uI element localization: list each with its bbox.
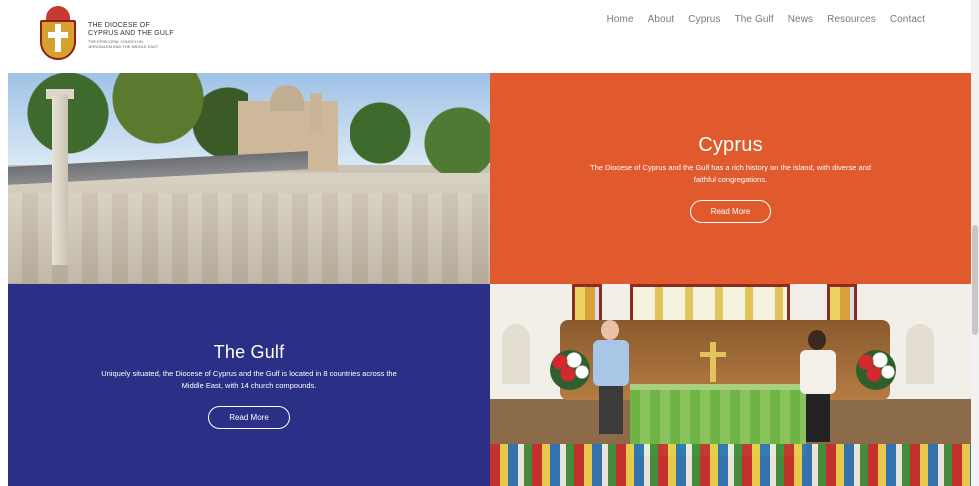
cyprus-read-more-button[interactable]: Read More <box>689 200 772 223</box>
nav-cyprus[interactable]: Cyprus <box>688 14 720 25</box>
logo-line-2: CYPRUS AND THE GULF <box>88 29 174 37</box>
gulf-tile: The Gulf Uniquely situated, the Diocese … <box>8 284 490 486</box>
site-header: THE DIOCESE OF CYPRUS AND THE GULF THE E… <box>0 0 979 73</box>
cyprus-title: Cyprus <box>698 134 763 156</box>
nav-resources[interactable]: Resources <box>827 14 876 25</box>
logo-text: THE DIOCESE OF CYPRUS AND THE GULF THE E… <box>88 22 174 49</box>
gulf-title: The Gulf <box>213 341 285 362</box>
main-nav: Home About Cyprus The Gulf News Resource… <box>607 14 925 25</box>
nav-contact[interactable]: Contact <box>890 14 925 25</box>
feature-grid: Cyprus The Diocese of Cyprus and the Gul… <box>8 73 971 486</box>
diocese-crest-icon <box>36 6 80 64</box>
logo-line-4: JERUSALEM AND THE MIDDLE EAST <box>88 43 159 49</box>
gulf-read-more-button[interactable]: Read More <box>208 405 290 429</box>
logo-line-3: THE EPISCOPAL CHURCH IN <box>88 38 143 44</box>
nav-home[interactable]: Home <box>607 14 634 25</box>
page-scrollbar[interactable] <box>971 0 979 486</box>
church-interior-photo <box>490 284 971 486</box>
nav-about[interactable]: About <box>648 14 675 25</box>
logo-line-1: THE DIOCESE OF <box>88 21 150 29</box>
nav-news[interactable]: News <box>788 14 813 25</box>
scrollbar-thumb[interactable] <box>972 225 978 335</box>
cyprus-tile: Cyprus The Diocese of Cyprus and the Gul… <box>490 73 971 284</box>
cyprus-description: The Diocese of Cyprus and the Gulf has a… <box>590 163 871 184</box>
nav-the-gulf[interactable]: The Gulf <box>735 14 774 25</box>
cyprus-ruins-photo <box>8 73 490 284</box>
diocese-logo[interactable]: THE DIOCESE OF CYPRUS AND THE GULF THE E… <box>36 5 186 65</box>
page: THE DIOCESE OF CYPRUS AND THE GULF THE E… <box>0 0 979 486</box>
gulf-description: Uniquely situated, the Diocese of Cyprus… <box>101 368 397 390</box>
